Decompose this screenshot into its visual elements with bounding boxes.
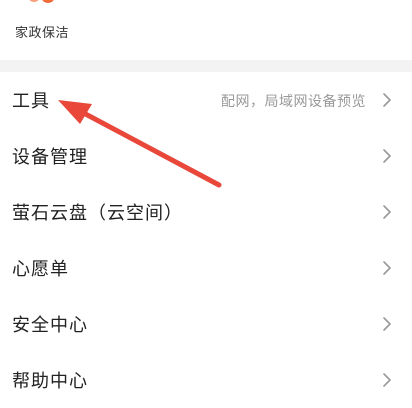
menu-item-label: 萤石云盘（云空间）	[12, 203, 183, 224]
menu-item-label: 工具	[12, 91, 50, 112]
chevron-right-icon	[383, 205, 391, 219]
menu-item-cloud-drive[interactable]: 萤石云盘（云空间）	[0, 184, 412, 240]
menu-item-label: 帮助中心	[12, 371, 88, 392]
chevron-right-icon	[383, 93, 391, 107]
service-icon-partial	[29, 0, 54, 3]
top-section: 家政保洁	[0, 0, 412, 60]
menu-item-security-center[interactable]: 安全中心	[0, 296, 412, 352]
menu-item-help-center[interactable]: 帮助中心	[0, 352, 412, 408]
chevron-right-icon	[383, 317, 391, 331]
menu-item-label: 心愿单	[12, 259, 69, 280]
chevron-right-icon	[383, 149, 391, 163]
menu-item-device-management[interactable]: 设备管理	[0, 128, 412, 184]
chevron-right-icon	[383, 261, 391, 275]
settings-menu: 工具 配网，局域网设备预览 设备管理 萤石云盘（云空间） 心愿单 安全中心 帮助…	[0, 72, 412, 402]
menu-item-subtitle: 配网，局域网设备预览	[221, 94, 366, 110]
menu-item-label: 设备管理	[12, 147, 88, 168]
chevron-right-icon	[383, 373, 391, 387]
menu-item-tools[interactable]: 工具 配网，局域网设备预览	[0, 72, 412, 128]
menu-item-label: 安全中心	[12, 315, 88, 336]
service-label[interactable]: 家政保洁	[15, 22, 69, 41]
menu-item-wishlist[interactable]: 心愿单	[0, 240, 412, 296]
section-divider	[0, 60, 412, 72]
